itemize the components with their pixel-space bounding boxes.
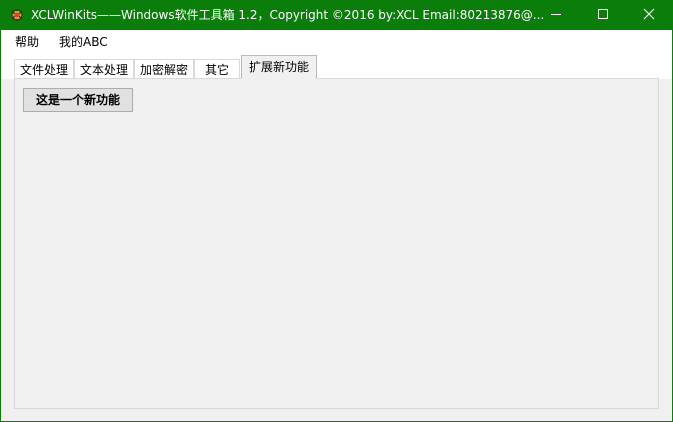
window-title: XCLWinKits——Windows软件工具箱 1.2，Copyright ©… (31, 8, 543, 22)
app-logo-icon (9, 7, 25, 23)
maximize-icon (597, 8, 609, 23)
menu-item-help[interactable]: 帮助 (8, 30, 46, 55)
tab-strip: 文件处理 文本处理 加密解密 其它 扩展新功能 (1, 55, 672, 79)
app-window: XCLWinKits——Windows软件工具箱 1.2，Copyright ©… (0, 0, 673, 422)
minimize-button[interactable] (533, 1, 579, 30)
tab-text-processing[interactable]: 文本处理 (74, 59, 134, 79)
tab-other[interactable]: 其它 (194, 59, 240, 79)
maximize-button[interactable] (580, 1, 626, 30)
minimize-icon (550, 8, 562, 23)
menu-bar: 帮助 我的ABC (1, 30, 672, 55)
tab-encrypt-decrypt[interactable]: 加密解密 (134, 59, 194, 79)
tab-extensions[interactable]: 扩展新功能 (241, 55, 317, 79)
close-icon (643, 8, 655, 23)
new-feature-button[interactable]: 这是一个新功能 (23, 88, 133, 112)
close-button[interactable] (626, 1, 672, 30)
tab-panel-extensions: 这是一个新功能 (14, 78, 659, 409)
tab-file-processing[interactable]: 文件处理 (14, 59, 74, 79)
menu-item-my-abc[interactable]: 我的ABC (52, 30, 115, 55)
title-bar[interactable]: XCLWinKits——Windows软件工具箱 1.2，Copyright ©… (1, 1, 672, 30)
